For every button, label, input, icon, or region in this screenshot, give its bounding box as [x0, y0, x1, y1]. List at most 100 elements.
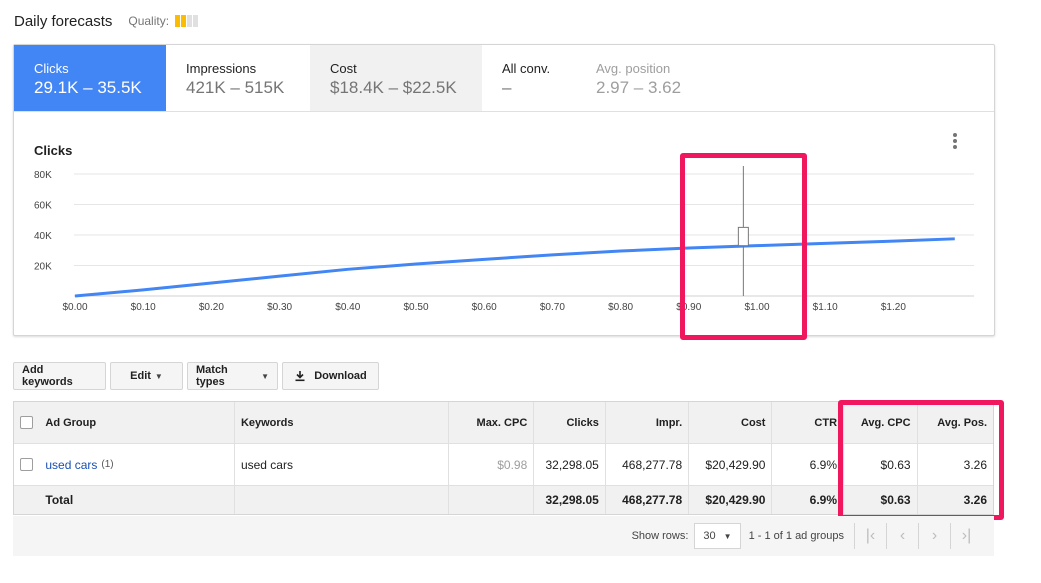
tab-value: 2.97 – 3.62 — [596, 78, 682, 97]
cell-avg-pos: 3.26 — [963, 457, 988, 472]
rows-per-page-select[interactable]: 30 ▼ — [694, 523, 741, 549]
caret-down-icon: ▼ — [261, 371, 269, 381]
cell-cost: $20,429.90 — [689, 444, 773, 485]
col-avg-pos[interactable]: Avg. Pos. — [918, 402, 993, 443]
page-header: Daily forecasts Quality: — [14, 10, 199, 32]
cell-clicks: 32,298.05 — [534, 444, 606, 485]
col-max-cpc[interactable]: Max. CPC — [449, 402, 535, 443]
last-page-button[interactable]: ›| — [950, 523, 982, 549]
total-spacer — [14, 486, 39, 514]
total-avg-cpc: $0.63 — [844, 486, 918, 514]
quality-bar — [175, 15, 181, 27]
x-tick-label: $0.70 — [540, 302, 565, 313]
x-tick-label: $0.30 — [267, 302, 292, 313]
col-cost[interactable]: Cost — [689, 402, 773, 443]
chart-title: Clicks — [34, 143, 73, 158]
x-tick-label: $0.10 — [131, 302, 156, 313]
clicks-series-line — [74, 237, 955, 298]
edit-button[interactable]: Edit ▼ — [110, 362, 183, 390]
total-impr: 468,277.78 — [606, 486, 690, 514]
tab-impressions[interactable]: Impressions 421K – 515K — [166, 45, 310, 111]
total-label: Total — [39, 486, 235, 514]
total-ctr: 6.9% — [772, 486, 845, 514]
forecast-card: Clicks 29.1K – 35.5K Impressions 421K – … — [13, 44, 995, 336]
chevron-left-icon: ‹ — [899, 527, 906, 544]
first-page-button[interactable]: |‹ — [854, 523, 886, 549]
total-keywords — [235, 486, 450, 514]
total-clicks: 32,298.05 — [534, 486, 606, 514]
chevron-right-icon: › — [931, 527, 938, 544]
ad-group-count: (1) — [101, 459, 114, 470]
tab-value: $18.4K – $22.5K — [330, 78, 457, 97]
tab-cost[interactable]: Cost $18.4K – $22.5K — [310, 45, 482, 111]
row-checkbox[interactable] — [20, 458, 34, 471]
select-all-cell — [14, 402, 39, 443]
match-types-button[interactable]: Match types ▼ — [187, 362, 278, 390]
cell-impr: 468,277.78 — [606, 444, 690, 485]
col-avg-cpc[interactable]: Avg. CPC — [844, 402, 918, 443]
x-tick-label: $0.60 — [472, 302, 497, 313]
clicks-chart: 80K 60K 40K 20K $0.00 $0.10 $0.20 $0.30 $0.40 $0.… — [34, 166, 974, 313]
tab-value: 29.1K – 35.5K — [34, 78, 142, 97]
cell-ad-group: used cars (1) — [39, 444, 235, 485]
x-tick-label: $1.10 — [813, 302, 838, 313]
match-types-label: Match types — [196, 364, 228, 388]
tab-label: Impressions — [186, 61, 257, 76]
table-total-row: Total 32,298.05 468,277.78 $20,429.90 6.… — [14, 486, 993, 514]
select-all-checkbox[interactable] — [20, 416, 34, 429]
show-rows-label: Show rows: — [631, 530, 689, 542]
table-row: used cars (1) used cars $0.98 32,298.05 … — [14, 444, 993, 486]
x-tick-label: $0.20 — [199, 302, 224, 313]
x-tick-label: $0.40 — [335, 302, 360, 313]
quality-indicator — [175, 15, 199, 27]
x-tick-label: $1.20 — [881, 302, 906, 313]
col-clicks[interactable]: Clicks — [534, 402, 606, 443]
more-vert-icon[interactable] — [950, 133, 960, 153]
x-tick-label: $0.50 — [403, 302, 428, 313]
x-tick-label: $0.00 — [62, 302, 87, 313]
download-label: Download — [314, 370, 367, 382]
caret-down-icon: ▼ — [723, 531, 732, 541]
edit-label: Edit — [130, 370, 151, 382]
rows-per-page-value: 30 — [703, 530, 716, 542]
quality-bar — [193, 15, 199, 27]
tab-label: Cost — [330, 61, 357, 76]
y-tick-label: 20K — [34, 262, 52, 273]
total-max-cpc — [449, 486, 535, 514]
tab-clicks[interactable]: Clicks 29.1K – 35.5K — [14, 45, 166, 111]
x-tick-label: $1.00 — [744, 302, 769, 313]
total-cost: $20,429.90 — [689, 486, 773, 514]
table-header-row: Ad Group Keywords Max. CPC Clicks Impr. … — [14, 402, 993, 444]
ad-group-link[interactable]: used cars — [45, 458, 97, 472]
col-keywords[interactable]: Keywords — [235, 402, 450, 443]
tab-value: 421K – 515K — [186, 78, 285, 97]
prev-page-button[interactable]: ‹ — [886, 523, 918, 549]
tab-label: Clicks — [34, 61, 69, 76]
download-button[interactable]: Download — [282, 362, 379, 390]
chart-area: 80K 60K 40K 20K $0.00 $0.10 $0.20 $0.30 $0.40 $0.… — [14, 113, 994, 335]
y-tick-label: 80K — [34, 170, 52, 181]
quality-bar — [181, 15, 187, 27]
tab-label: All conv. — [502, 61, 551, 76]
last-page-icon: ›| — [961, 527, 972, 544]
page-title: Daily forecasts — [14, 12, 113, 30]
download-icon — [295, 371, 305, 382]
table-toolbar: Add keywords Edit ▼ Match types ▼ Download — [13, 362, 379, 390]
y-tick-label: 60K — [34, 201, 52, 212]
x-tick-label: $0.90 — [676, 302, 701, 313]
ad-group-table: Ad Group Keywords Max. CPC Clicks Impr. … — [13, 401, 994, 515]
col-ctr[interactable]: CTR — [772, 402, 845, 443]
tab-avg-position[interactable]: Avg. position 2.97 – 3.62 — [576, 45, 776, 111]
tab-all-conv[interactable]: All conv. – — [482, 45, 576, 111]
cell-ctr: 6.9% — [772, 444, 845, 485]
row-select-cell — [14, 444, 39, 485]
first-page-icon: |‹ — [865, 527, 876, 544]
metric-tabs: Clicks 29.1K – 35.5K Impressions 421K – … — [14, 45, 994, 112]
add-keywords-button[interactable]: Add keywords — [13, 362, 106, 390]
page-range: 1 - 1 of 1 ad groups — [748, 530, 844, 542]
next-page-button[interactable]: › — [918, 523, 950, 549]
col-impr[interactable]: Impr. — [606, 402, 690, 443]
col-ad-group[interactable]: Ad Group — [39, 402, 235, 443]
y-tick-label: 40K — [34, 231, 52, 242]
cell-max-cpc[interactable]: $0.98 — [449, 444, 535, 485]
